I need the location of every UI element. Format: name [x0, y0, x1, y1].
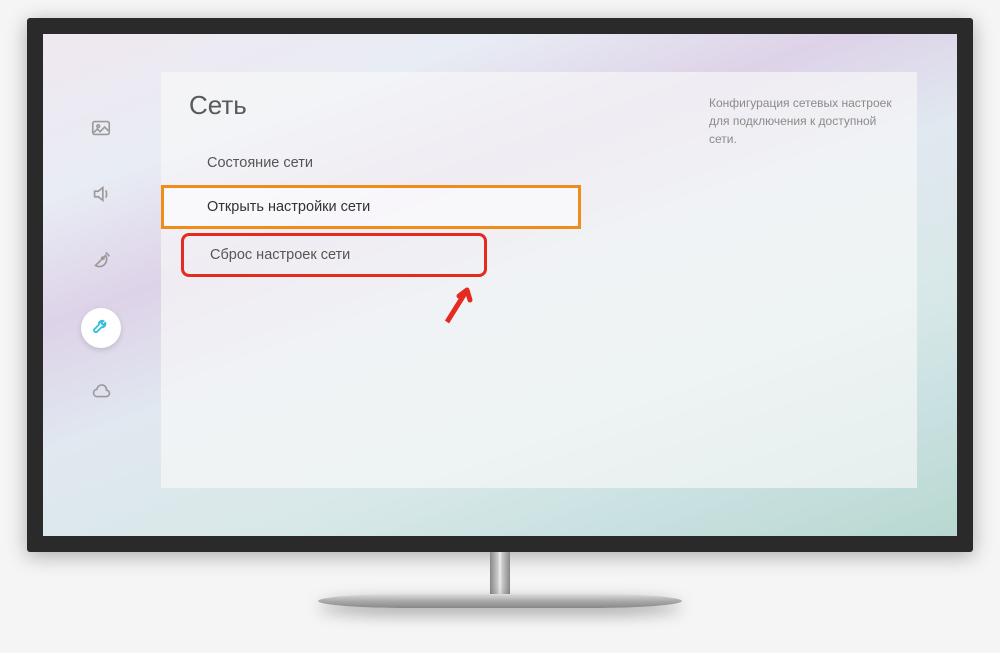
sidebar-item-picture[interactable] — [81, 110, 121, 150]
menu-item-network-status[interactable]: Состояние сети — [161, 141, 571, 185]
settings-sidebar — [81, 110, 121, 414]
menu-item-reset-network[interactable]: Сброс настроек сети — [181, 233, 487, 277]
settings-panel: Сеть Конфигурация сетевых настроек для п… — [161, 72, 917, 488]
wrench-icon — [90, 315, 112, 342]
sidebar-item-broadcast[interactable] — [81, 242, 121, 282]
sidebar-item-sound[interactable] — [81, 176, 121, 216]
tv-frame: Сеть Конфигурация сетевых настроек для п… — [27, 18, 973, 552]
menu-item-label: Сброс настроек сети — [210, 247, 350, 263]
picture-icon — [90, 117, 112, 144]
cloud-icon — [90, 381, 112, 408]
speaker-icon — [90, 183, 112, 210]
sidebar-item-support[interactable] — [81, 374, 121, 414]
menu-list: Состояние сети Открыть настройки сети Сб… — [161, 141, 917, 277]
annotation-arrow — [437, 282, 481, 331]
tv-screen: Сеть Конфигурация сетевых настроек для п… — [43, 34, 957, 536]
menu-item-label: Состояние сети — [207, 155, 313, 171]
tv-stand-base — [318, 594, 682, 608]
satellite-dish-icon — [90, 249, 112, 276]
menu-item-open-network-settings[interactable]: Открыть настройки сети — [161, 185, 581, 229]
menu-item-label: Открыть настройки сети — [207, 199, 370, 215]
sidebar-item-general[interactable] — [81, 308, 121, 348]
panel-description: Конфигурация сетевых настроек для подклю… — [709, 94, 897, 148]
tv-stand-neck — [490, 552, 510, 596]
